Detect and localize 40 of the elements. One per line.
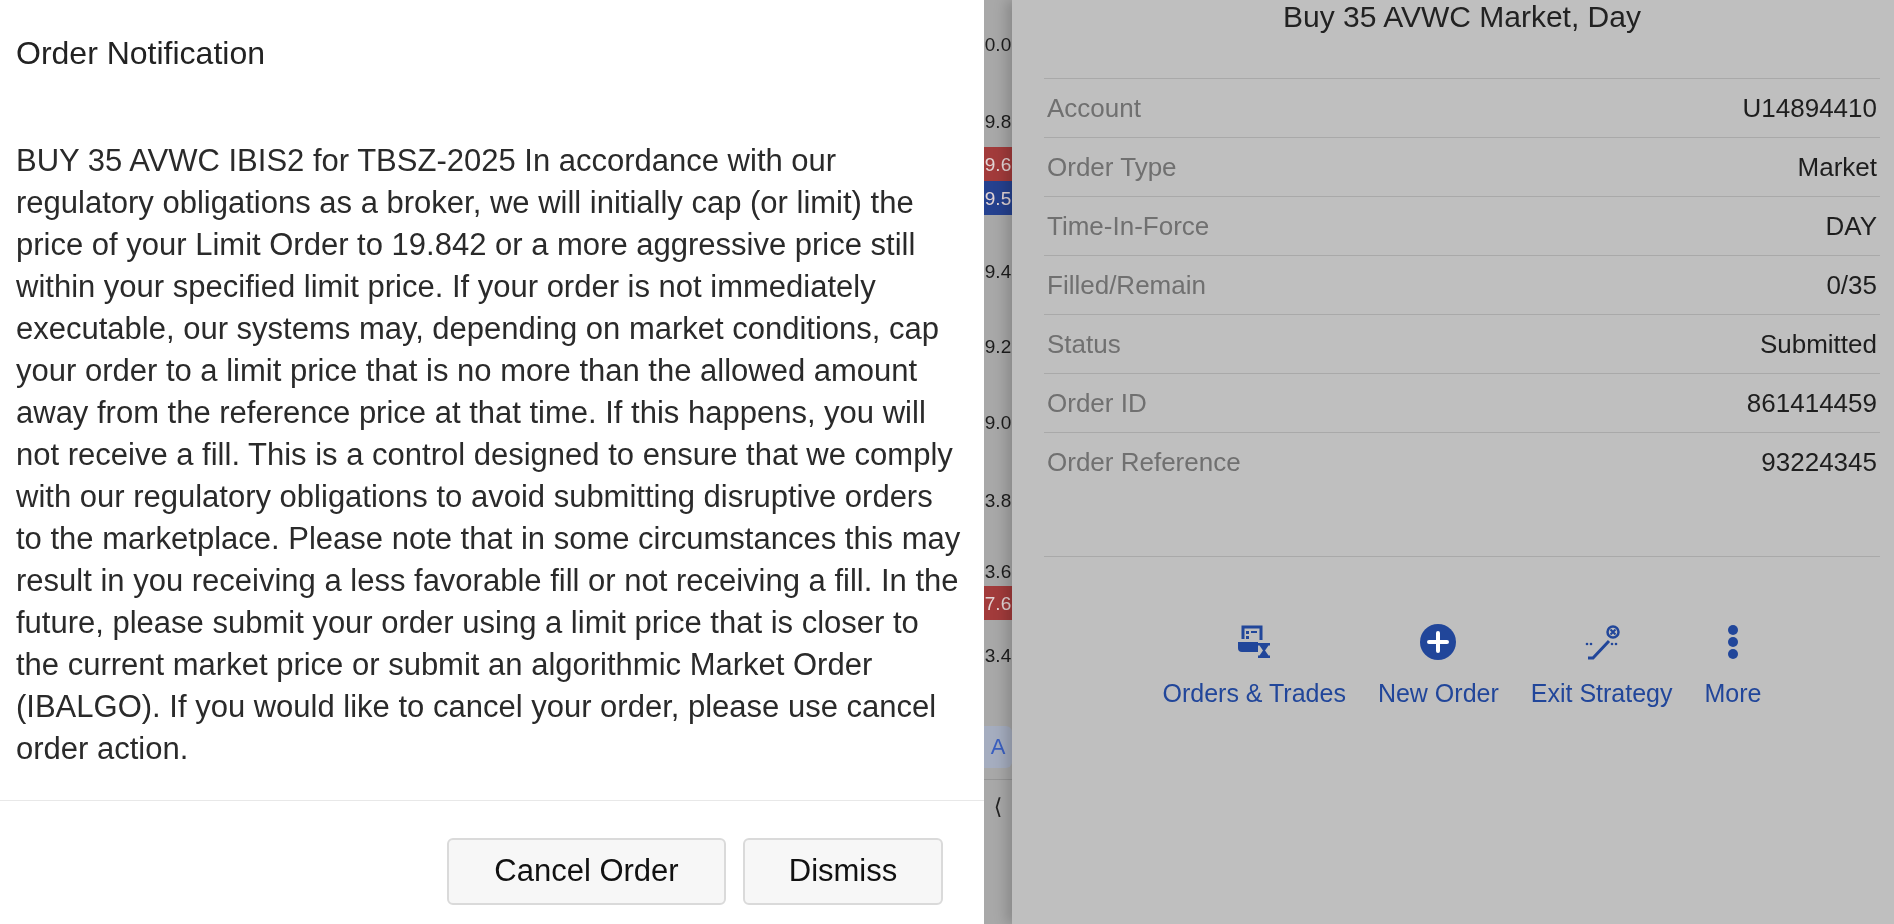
field-label: Time-In-Force [1047, 209, 1210, 243]
field-label: Order Reference [1047, 445, 1241, 479]
price-text: 0.0 [984, 32, 1012, 57]
dialog-title: Order Notification [16, 34, 265, 72]
field-label: Account [1047, 91, 1141, 125]
line-x-circle-icon [1583, 624, 1620, 660]
price-text: 9.8 [984, 109, 1012, 134]
chevron-button[interactable]: ⟨ [984, 792, 1012, 822]
plus-circle-icon [1420, 624, 1457, 660]
field-value: 861414459 [1746, 386, 1877, 420]
field-value: 0/35 [1826, 268, 1877, 302]
action-button[interactable]: Orders & Trades [1162, 624, 1346, 708]
dialog-button[interactable]: Cancel Order [447, 838, 726, 905]
dialog-button[interactable]: Dismiss [743, 838, 943, 905]
price-text: 9.2 [984, 334, 1012, 359]
price-badge: 7.6 [984, 586, 1012, 620]
action-button[interactable]: Exit Strategy [1530, 624, 1673, 708]
price-badge: 9.5 [984, 181, 1012, 215]
price-badge: 9.6 [984, 147, 1012, 181]
field-label: Filled/Remain [1047, 268, 1206, 302]
price-text: 3.8 [984, 488, 1012, 513]
more-vertical-icon [1727, 624, 1739, 660]
field-label: Order Type [1047, 150, 1177, 184]
field-value: U14894410 [1742, 91, 1877, 125]
field-value: Submitted [1759, 327, 1877, 361]
price-text: 9.0 [984, 410, 1012, 435]
ladder-button[interactable]: A [984, 726, 1012, 768]
field-value: DAY [1825, 209, 1877, 243]
action-button[interactable]: New Order [1377, 624, 1499, 708]
price-text: 3.6 [984, 559, 1012, 584]
field-value: 93224345 [1761, 445, 1877, 479]
document-hourglass-icon [1236, 624, 1273, 660]
field-label: Status [1047, 327, 1121, 361]
order-summary-title: Buy 35 AVWC Market, Day [1283, 0, 1641, 34]
field-label: Order ID [1047, 386, 1147, 420]
dialog-message: BUY 35 AVWC IBIS2 for TBSZ-2025 In accordance with our regulatory obligations as a broker, we will initially cap (or limit) the price of your Limit Order to 19.842 or a more aggressive price still within your specified limit price. If your order is not immediately executable, our systems may, depending on market conditions, cap your order to a limit price that is no more than the allowed amount away from the reference price at that time. If this happens, you will not receive a fill. This is a control designed to ensure that we comply with our regulatory obligations to avoid submitting disruptive orders to the marketplace. Please note that in some circumstances this may result in you receiving a less favorable fill or not receiving a fill. In the future, please submit your order using a limit price that is closer to the current market price or submit an algorithmic Market Order (IBALGO). If you would like to cancel your order, please use cancel order action. [16, 142, 962, 768]
price-text: 3.4 [984, 643, 1012, 668]
action-button[interactable]: More [1704, 624, 1762, 708]
field-value: Market [1797, 150, 1877, 184]
price-text: 9.4 [984, 259, 1012, 284]
